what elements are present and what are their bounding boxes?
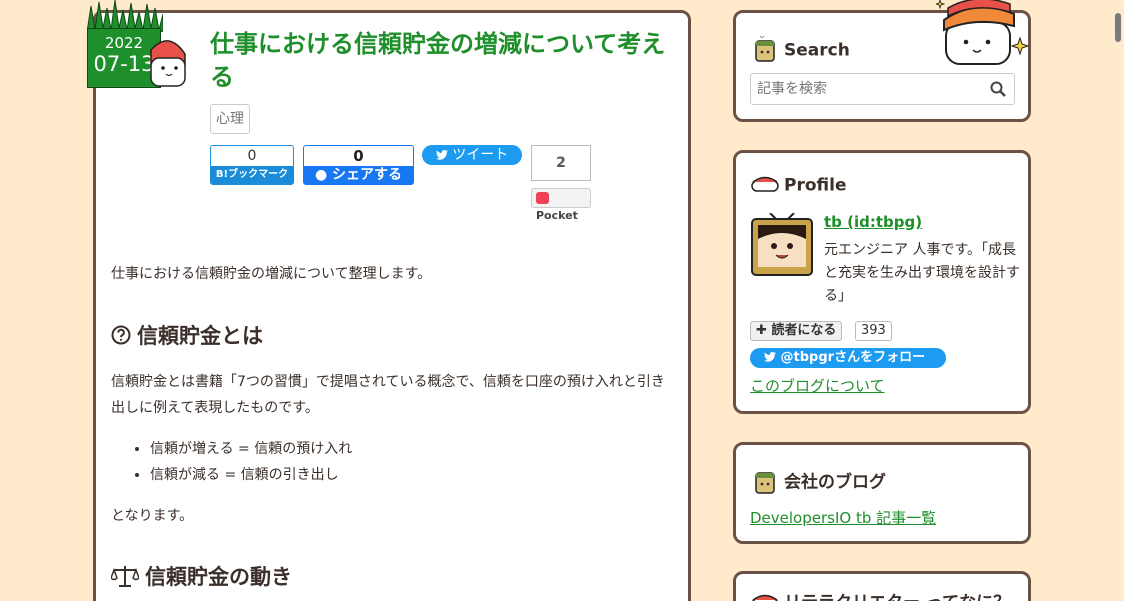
article-title[interactable]: 仕事における信頼貯金の増減について考える xyxy=(210,28,680,94)
hatena-label: B!ブックマーク xyxy=(211,166,293,184)
company-blog-heading: 会社のブログ xyxy=(750,465,886,500)
twitter-follow-button[interactable]: @tbpgrさんをフォロー xyxy=(750,348,946,368)
teacup-icon xyxy=(750,33,780,68)
search-input[interactable] xyxy=(751,74,981,104)
facebook-label: ● シェアする xyxy=(304,166,413,184)
developersio-link[interactable]: DevelopersIO tb 記事一覧 xyxy=(750,507,936,528)
heading-trust-movement: 信頼貯金の動き xyxy=(110,561,292,592)
profile-description: 元エンジニア 人事です。「成長と充実を生み出す環境を設計する」 xyxy=(824,242,1020,304)
hatena-bookmark-button[interactable]: 0 B!ブックマーク xyxy=(210,145,294,185)
profile-card: Profile tb (id:tbpg) 元エンジニア 人事です。「成長と充実を… xyxy=(733,150,1031,414)
search-icon[interactable] xyxy=(990,81,1006,101)
pocket-label: Pocket xyxy=(536,209,578,222)
twitter-bird-icon xyxy=(435,147,452,163)
stacked-sushi-mascot-icon xyxy=(936,0,1030,65)
tweet-label: ツイート xyxy=(452,147,509,163)
twitter-bird-icon xyxy=(764,350,781,365)
plus-icon: ✚ xyxy=(756,323,772,338)
profile-heading: Profile xyxy=(750,173,846,198)
sushi-icon xyxy=(750,173,780,198)
pocket-button[interactable]: Pocket xyxy=(531,188,591,222)
next-sidebar-card: リテラクリエター ってなに？ xyxy=(733,571,1031,601)
tweet-button[interactable]: ツイート xyxy=(422,145,522,165)
company-blog-card: 会社のブログ DevelopersIO tb 記事一覧 xyxy=(733,442,1031,544)
scrollbar-thumb[interactable] xyxy=(1115,13,1121,42)
pocket-icon xyxy=(536,192,549,204)
list-item: 信頼が増える = 信頼の預け入れ xyxy=(150,436,352,462)
teacup-icon xyxy=(750,465,780,500)
pocket-count: 2 xyxy=(531,145,591,181)
sushi-icon xyxy=(750,591,780,601)
avatar[interactable] xyxy=(750,212,814,277)
about-blog-link[interactable]: このブログについて xyxy=(750,375,885,396)
subscribe-button[interactable]: ✚ 読者になる xyxy=(750,321,843,341)
date-badge: 2022 07-13 xyxy=(87,0,187,88)
subscriber-count: 393 xyxy=(855,321,892,341)
facebook-icon: ● xyxy=(314,167,333,183)
scrollbar[interactable] xyxy=(1112,0,1124,601)
search-heading: Search xyxy=(750,33,850,68)
hatena-count: 0 xyxy=(247,148,257,164)
facebook-share-button[interactable]: 0 ● シェアする xyxy=(303,145,414,185)
sushi-mascot-icon xyxy=(150,40,186,87)
conclusion-paragraph: となります。 xyxy=(111,508,194,524)
profile-name-link[interactable]: tb (id:tbpg) xyxy=(824,213,922,231)
next-card-heading: リテラクリエター ってなに？ xyxy=(750,588,1010,601)
facebook-count: 0 xyxy=(353,147,364,165)
bullet-list: 信頼が増える = 信頼の預け入れ 信頼が減る = 信頼の引き出し xyxy=(150,436,352,488)
question-circle-icon xyxy=(111,325,131,350)
heading-trust-savings: 信頼貯金とは xyxy=(111,320,263,350)
balance-scale-icon xyxy=(110,565,140,592)
list-item: 信頼が減る = 信頼の引き出し xyxy=(150,462,352,488)
search-field-container xyxy=(750,73,1015,105)
category-tag[interactable]: 心理 xyxy=(210,104,250,134)
intro-paragraph: 仕事における信頼貯金の増減について整理します。 xyxy=(111,266,432,282)
definition-paragraph: 信頼貯金とは書籍「7つの習慣」で提唱されている概念で、信頼を口座の預け入れと引き… xyxy=(111,374,665,416)
